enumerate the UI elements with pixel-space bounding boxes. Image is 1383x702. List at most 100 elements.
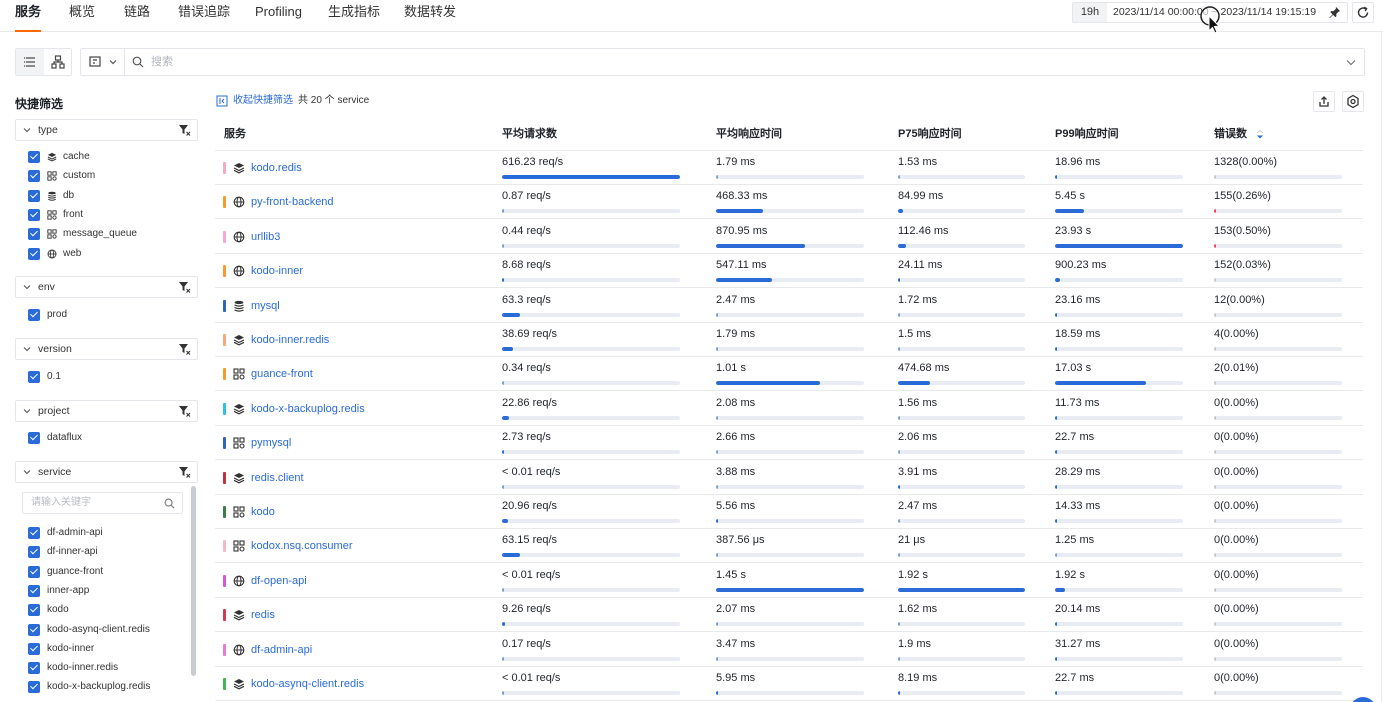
- filter-group-type[interactable]: type: [15, 119, 198, 141]
- service-filter-input[interactable]: 请输入关键字: [31, 493, 91, 513]
- service-name-link[interactable]: pymysql: [251, 426, 291, 460]
- checkbox[interactable]: [28, 546, 40, 559]
- tab-7[interactable]: 数据转发: [404, 0, 456, 32]
- clear-filter-icon[interactable]: [178, 343, 191, 355]
- table-row[interactable]: kodo-x-backuplog.redis 22.86 req/s 2.08 ms…: [215, 392, 1363, 426]
- filter-option-env[interactable]: prod: [28, 309, 188, 323]
- filter-option-type[interactable]: web: [28, 247, 188, 262]
- filter-option-service[interactable]: kodo-x-backuplog.redis: [28, 681, 188, 695]
- checkbox[interactable]: [28, 247, 40, 260]
- tab-3[interactable]: 链路: [124, 0, 150, 32]
- filter-option-service[interactable]: df-admin-api: [28, 527, 188, 541]
- service-filter-search[interactable]: 请输入关键字: [22, 492, 183, 514]
- filter-option-type[interactable]: cache: [28, 151, 188, 165]
- column-header-4[interactable]: P75响应时间: [898, 117, 962, 151]
- table-row[interactable]: redis.client < 0.01 req/s 3.88 ms 3.91 ms 28…: [215, 461, 1363, 495]
- clear-filter-icon[interactable]: [178, 124, 191, 136]
- table-row[interactable]: redis 9.26 req/s 2.07 ms 1.62 ms 20.14 ms 0(0…: [215, 598, 1363, 633]
- service-name-link[interactable]: df-admin-api: [251, 633, 312, 667]
- filter-option-project[interactable]: dataflux: [28, 432, 188, 446]
- table-row[interactable]: kodo 20.96 req/s 5.56 ms 2.47 ms 14.33 ms 0(0…: [215, 495, 1363, 529]
- topology-view-button[interactable]: [44, 49, 72, 75]
- chevron-down-icon[interactable]: [23, 345, 31, 353]
- filter-option-version[interactable]: 0.1: [28, 371, 188, 385]
- tab-6[interactable]: 生成指标: [328, 0, 380, 32]
- table-row[interactable]: guance-front 0.34 req/s 1.01 s 474.68 ms 17.…: [215, 357, 1363, 392]
- chevron-down-icon[interactable]: [23, 283, 31, 291]
- checkbox[interactable]: [28, 623, 40, 636]
- filter-option-service[interactable]: inner-app: [28, 584, 188, 599]
- tab-1[interactable]: 服务: [15, 0, 42, 32]
- filter-option-service[interactable]: kodo-inner: [28, 642, 188, 657]
- table-row[interactable]: kodo.redis 616.23 req/s 1.79 ms 1.53 ms 18.9…: [215, 151, 1363, 185]
- column-header-5[interactable]: P99响应时间: [1055, 117, 1119, 151]
- clear-filter-icon[interactable]: [178, 466, 191, 478]
- checkbox[interactable]: [28, 189, 40, 202]
- checkbox[interactable]: [28, 565, 40, 578]
- checkbox[interactable]: [28, 642, 40, 655]
- refresh-button[interactable]: [1352, 2, 1374, 23]
- table-row[interactable]: df-open-api < 0.01 req/s 1.45 s 1.92 s 1.92 …: [215, 564, 1363, 598]
- service-name-link[interactable]: kodo.redis: [251, 151, 302, 185]
- column-header-3[interactable]: 平均响应时间: [716, 117, 782, 151]
- checkbox[interactable]: [28, 208, 40, 221]
- filter-group-version[interactable]: version: [15, 338, 198, 360]
- checkbox[interactable]: [28, 681, 40, 694]
- search-scope-select[interactable]: [81, 49, 125, 75]
- clear-filter-icon[interactable]: [178, 405, 191, 417]
- filter-option-service[interactable]: kodo-inner.redis: [28, 662, 188, 676]
- filter-option-service[interactable]: kodo: [28, 604, 188, 618]
- filter-option-service[interactable]: guance-front: [28, 565, 188, 580]
- table-row[interactable]: kodox.nsq.consumer 63.15 req/s 387.56 μs 21…: [215, 529, 1363, 564]
- service-name-link[interactable]: kodox.nsq.consumer: [251, 529, 353, 563]
- filter-group-env[interactable]: env: [15, 276, 198, 298]
- collapse-filter-label[interactable]: 收起快捷筛选: [233, 94, 293, 108]
- settings-button[interactable]: [1342, 91, 1364, 112]
- filter-option-type[interactable]: front: [28, 208, 188, 223]
- service-name-link[interactable]: kodo-inner: [251, 254, 303, 288]
- service-name-link[interactable]: py-front-backend: [251, 185, 334, 219]
- checkbox[interactable]: [28, 170, 40, 183]
- service-name-link[interactable]: mysql: [251, 289, 280, 323]
- filter-option-service[interactable]: df-inner-api: [28, 546, 188, 560]
- sidebar-scrollbar[interactable]: [191, 486, 196, 676]
- table-row[interactable]: py-front-backend 0.87 req/s 468.33 ms 84.99…: [215, 185, 1363, 220]
- table-row[interactable]: kodo-inner 8.68 req/s 547.11 ms 24.11 ms 900…: [215, 254, 1363, 289]
- table-row[interactable]: df-admin-api 0.17 req/s 3.47 ms 1.9 ms 31.27…: [215, 633, 1363, 667]
- filter-option-type[interactable]: db: [28, 189, 188, 204]
- time-range-badge[interactable]: 19h: [1073, 3, 1107, 22]
- pin-icon[interactable]: [1328, 6, 1341, 19]
- clear-filter-icon[interactable]: [178, 281, 191, 293]
- checkbox[interactable]: [28, 584, 40, 597]
- tab-2[interactable]: 概览: [69, 0, 95, 32]
- checkbox[interactable]: [28, 432, 40, 444]
- filter-option-type[interactable]: custom: [28, 170, 188, 184]
- search-input[interactable]: 搜索: [151, 49, 173, 75]
- filter-option-service[interactable]: kodo-asynq-client.redis: [28, 623, 188, 638]
- sort-desc-icon[interactable]: [1256, 130, 1264, 139]
- checkbox[interactable]: [28, 371, 40, 383]
- table-row[interactable]: pymysql 2.73 req/s 2.66 ms 2.06 ms 22.7 ms 0(…: [215, 426, 1363, 461]
- checkbox[interactable]: [28, 151, 40, 163]
- service-name-link[interactable]: kodo-inner.redis: [251, 323, 329, 357]
- chevron-down-icon[interactable]: [23, 126, 31, 134]
- service-name-link[interactable]: redis: [251, 598, 275, 632]
- checkbox[interactable]: [28, 662, 40, 675]
- chevron-down-icon[interactable]: [23, 468, 31, 476]
- table-row[interactable]: mysql 63.3 req/s 2.47 ms 1.72 ms 23.16 ms 12(…: [215, 289, 1363, 323]
- list-view-button[interactable]: [16, 49, 44, 75]
- service-name-link[interactable]: kodo-x-backuplog.redis: [251, 392, 365, 426]
- chevron-down-icon[interactable]: [23, 407, 31, 415]
- filter-group-service[interactable]: service: [15, 461, 198, 483]
- column-header-2[interactable]: 平均请求数: [502, 117, 557, 151]
- tab-4[interactable]: 错误追踪: [178, 0, 230, 32]
- table-row[interactable]: kodo-inner.redis 38.69 req/s 1.79 ms 1.5 ms…: [215, 323, 1363, 357]
- checkbox[interactable]: [28, 228, 40, 241]
- service-name-link[interactable]: urllib3: [251, 220, 280, 254]
- column-header-1[interactable]: 服务: [224, 117, 246, 151]
- export-button[interactable]: [1313, 91, 1335, 112]
- service-name-link[interactable]: kodo-asynq-client.redis: [251, 667, 364, 701]
- chevron-down-icon[interactable]: [1346, 59, 1356, 66]
- service-name-link[interactable]: redis.client: [251, 461, 304, 495]
- service-name-link[interactable]: df-open-api: [251, 564, 307, 598]
